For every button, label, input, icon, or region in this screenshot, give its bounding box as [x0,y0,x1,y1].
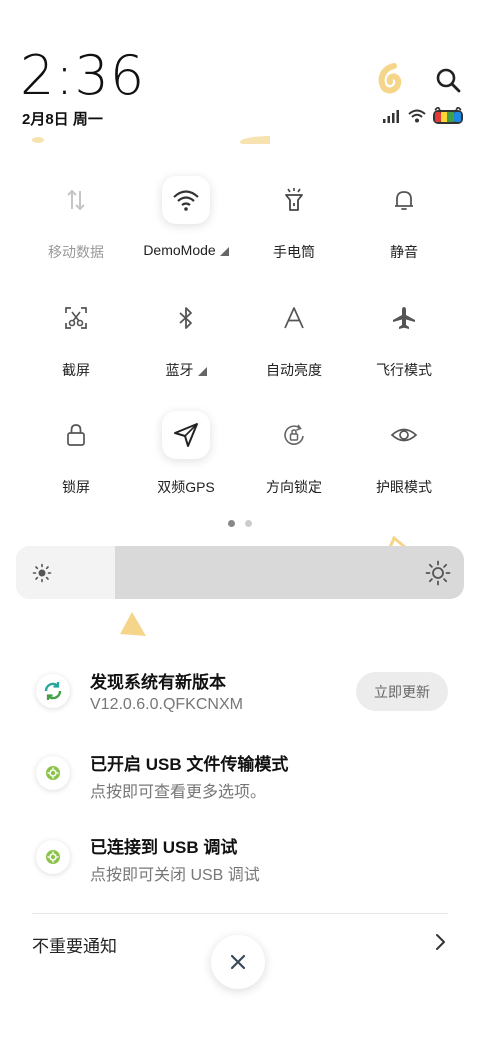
lock-icon [52,411,100,459]
toggle-dual-gps[interactable]: 双频GPS [131,411,241,521]
toggle-label: 手电筒 [273,244,315,260]
toggle-label: DemoMode [131,242,241,258]
expand-caret-icon [219,247,229,256]
wifi-icon [408,109,426,128]
notification-subtitle: 点按即可关闭 USB 调试 [90,867,260,884]
flashlight-icon [270,176,318,224]
toggle-label: 移动数据 [48,244,104,260]
toggle-label-text: 蓝牙 [165,362,194,378]
clear-notifications-button[interactable] [211,935,265,989]
screenshot-icon [52,294,100,342]
page-dot[interactable] [245,520,252,527]
toggle-label: 锁屏 [62,479,90,495]
unimportant-notifications-link[interactable]: 不重要通知 [32,932,117,957]
chevron-right-icon[interactable] [432,933,448,951]
decoration-shape [120,612,146,636]
notification-usb-transfer[interactable]: 已开启 USB 文件传输模式 点按即可查看更多选项。 [32,748,452,804]
toggle-label: 护眼模式 [376,479,432,495]
toggle-flashlight[interactable]: 手电筒 [239,176,349,286]
eye-icon [380,411,428,459]
rotation-lock-icon [270,411,318,459]
android-settings-icon [36,756,70,790]
signal-icon [382,109,402,128]
close-icon [230,954,246,970]
mobile-data-icon [52,176,100,224]
toggle-airplane[interactable]: 飞行模式 [349,294,459,404]
toggle-label: 截屏 [62,362,90,378]
decoration-shape [378,63,402,94]
decoration-shape [32,136,270,144]
toggle-label: 静音 [390,244,418,260]
brightness-high-icon [425,560,451,586]
notification-title: 已开启 USB 文件传输模式 [90,755,289,774]
bell-icon [380,176,428,224]
toggle-silent[interactable]: 静音 [349,176,459,286]
android-settings-icon [36,840,70,874]
notification-subtitle: V12.0.6.0.QFKCNXM [90,696,243,713]
toggle-label-text: DemoMode [143,242,216,258]
battery-icon [432,105,464,130]
gps-icon [162,411,210,459]
bluetooth-icon [162,294,210,342]
toggle-screenshot[interactable]: 截屏 [21,294,131,404]
notification-title: 已连接到 USB 调试 [90,838,238,857]
toggle-label: 双频GPS [157,479,215,495]
expand-caret-icon [197,367,207,376]
toggle-rotation-lock[interactable]: 方向锁定 [239,411,349,521]
status-icons [382,105,464,130]
airplane-icon [380,294,428,342]
update-now-button[interactable]: 立即更新 [356,672,448,711]
toggle-lock-screen[interactable]: 锁屏 [21,411,131,521]
notification-title: 发现系统有新版本 [90,673,226,692]
clock: 2:36 [20,44,146,107]
toggle-bluetooth[interactable]: 蓝牙 [131,294,241,404]
toggle-auto-brightness[interactable]: 自动亮度 [239,294,349,404]
page-dot[interactable] [228,520,235,527]
wifi-icon [162,176,210,224]
toggle-label: 蓝牙 [131,360,241,380]
auto-brightness-icon [270,294,318,342]
notification-usb-debug[interactable]: 已连接到 USB 调试 点按即可关闭 USB 调试 [32,831,452,887]
divider [32,913,448,914]
toggle-mobile-data[interactable]: 移动数据 [21,176,131,286]
toggle-label: 飞行模式 [376,362,432,378]
date: 2月8日 周一 [22,111,103,128]
toggle-wifi-demomode[interactable]: DemoMode [131,176,241,286]
page-indicator [228,520,252,527]
brightness-low-icon [32,563,52,583]
brightness-level [16,546,115,599]
toggle-eye-care[interactable]: 护眼模式 [349,411,459,521]
notification-subtitle: 点按即可查看更多选项。 [90,784,267,801]
search-icon[interactable] [434,66,462,94]
brightness-slider[interactable] [16,546,464,599]
toggle-label: 方向锁定 [266,479,322,495]
system-update-icon [36,674,70,708]
toggle-label: 自动亮度 [266,362,322,378]
